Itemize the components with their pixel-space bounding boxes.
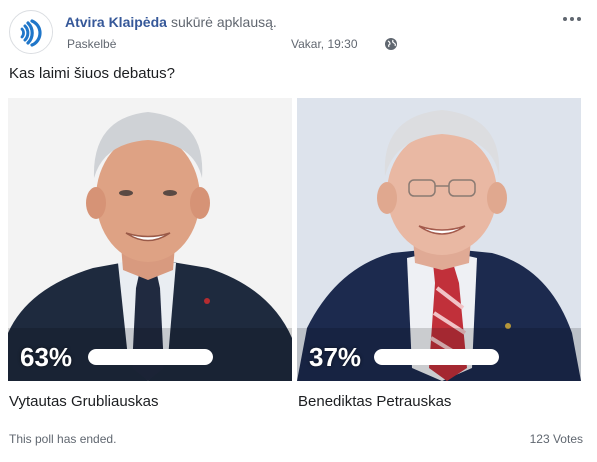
option-1-label: Vytautas Grubliauskas bbox=[9, 393, 159, 410]
poll-option-1[interactable]: 63% bbox=[8, 98, 292, 381]
post-timestamp[interactable]: Vakar, 19:30 bbox=[291, 37, 358, 51]
option-1-result-bar bbox=[88, 349, 213, 365]
author-line: Atvira Klaipėda sukūrė apklausą. bbox=[65, 13, 277, 31]
option-2-percent: 37% bbox=[309, 342, 362, 372]
poll-option-2[interactable]: 37% bbox=[297, 98, 581, 381]
option-2-result-bar bbox=[374, 349, 499, 365]
vote-count-link[interactable]: 123 Votes bbox=[530, 432, 583, 446]
page-avatar[interactable] bbox=[9, 10, 53, 54]
more-options-icon[interactable] bbox=[563, 13, 583, 25]
author-name-link[interactable]: Atvira Klaipėda bbox=[65, 14, 167, 30]
candidate-1-photo bbox=[8, 98, 292, 381]
posted-label: Paskelbė bbox=[67, 37, 117, 51]
post-action-text: sukūrė apklausą. bbox=[170, 14, 277, 30]
poll-question: Kas laimi šiuos debatus? bbox=[9, 65, 175, 82]
globe-icon[interactable] bbox=[384, 37, 398, 51]
atvira-logo-icon bbox=[11, 12, 52, 53]
poll-status: This poll has ended. bbox=[9, 432, 117, 446]
option-1-result-fill bbox=[88, 349, 213, 365]
option-2-label: Benediktas Petrauskas bbox=[298, 393, 452, 410]
candidate-2-photo bbox=[297, 98, 581, 381]
poll-post-card: Atvira Klaipėda sukūrė apklausą. Paskelbė… bbox=[0, 0, 597, 462]
option-1-percent: 63% bbox=[20, 342, 73, 372]
option-2-result-fill bbox=[374, 349, 499, 365]
post-header: Atvira Klaipėda sukūrė apklausą. Paskelbė… bbox=[9, 7, 587, 55]
